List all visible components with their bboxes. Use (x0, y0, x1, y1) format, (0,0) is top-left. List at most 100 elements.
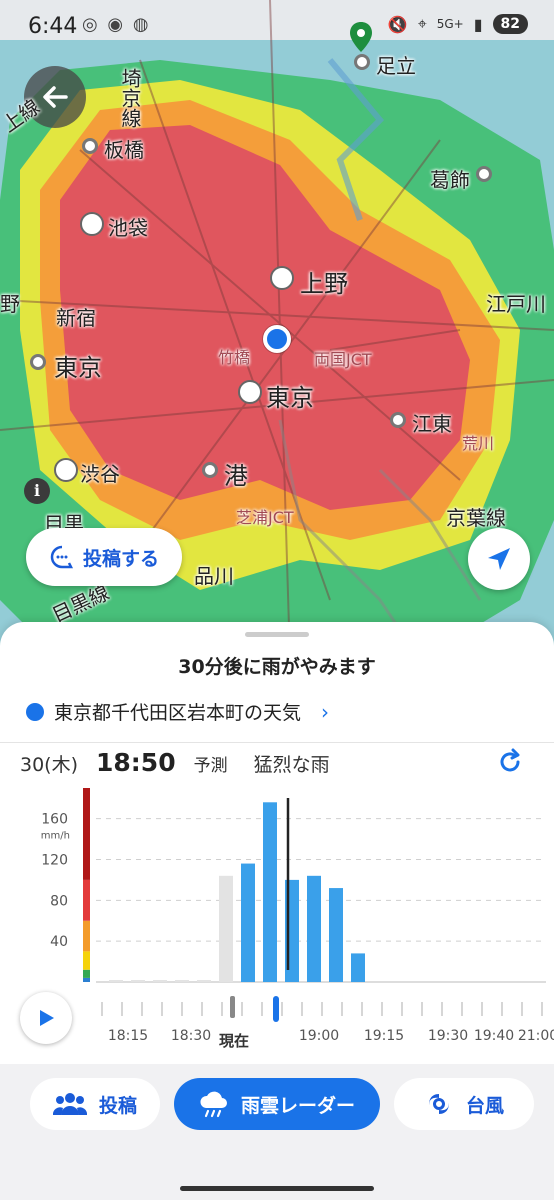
map-label-saikyo-line: 埼京線 (118, 68, 142, 128)
map-label-edge: 野 (0, 292, 20, 316)
bar (263, 802, 277, 982)
intensity-scale-segment (83, 969, 90, 978)
place-dot-icon (476, 166, 492, 182)
bar (175, 980, 189, 982)
map-pin-icon[interactable] (350, 22, 372, 52)
y-unit-label: mm/h (41, 831, 70, 842)
rain-headline: 30分後に雨がやみます (178, 656, 376, 678)
drag-handle[interactable] (245, 632, 309, 637)
map-label-itabashi: 板橋 (104, 138, 144, 162)
map-label-katsushika: 葛飾 (430, 168, 470, 192)
y-tick-label: 120 (41, 852, 68, 868)
place-dot-icon (354, 54, 370, 70)
bar (329, 888, 343, 982)
timeline-label: 19:00 (299, 1028, 339, 1044)
location-label: 東京都千代田区岩本町の天気 (54, 702, 302, 724)
intensity-scale-segment (83, 879, 90, 921)
now-label: 現在 (219, 1032, 249, 1050)
time-row: 30(木) 18:50 予測 猛烈な雨 (20, 748, 330, 777)
time-slider[interactable]: 18:15 18:30 19:00 19:15 19:30 19:40 21:00 現在 (0, 990, 554, 1060)
map-label-tokyo-station: 東京 (266, 384, 314, 412)
current-location-dot (263, 325, 291, 353)
battery-badge: 82 (492, 14, 528, 34)
map-label-adachi: 足立 (376, 54, 416, 78)
location-dot-icon (26, 702, 44, 721)
navigation-arrow-icon (488, 548, 510, 570)
map-label-minato: 港 (224, 462, 248, 490)
map-label-ryogoku-jct: 両国JCT (314, 350, 372, 369)
map-label-shinagawa: 品川 (194, 564, 234, 588)
bar (153, 980, 167, 982)
tab-typhoon[interactable]: 台風 (394, 1078, 534, 1130)
signal-icon: ▮ (473, 14, 483, 34)
post-bubble-icon (50, 545, 74, 569)
bar (307, 875, 321, 982)
rain-cloud-icon (200, 1091, 227, 1118)
forecast-label: 予測 (193, 756, 228, 776)
bar (351, 953, 365, 982)
train-station-icon (270, 266, 294, 290)
info-icon[interactable]: i (24, 478, 50, 504)
my-location-button[interactable] (468, 528, 530, 590)
tab-rain-radar[interactable]: 雨雲レーダー (174, 1078, 380, 1130)
people-icon (52, 1093, 87, 1115)
bottom-navigation: 投稿 雨雲レーダー 台風 (0, 1064, 554, 1200)
intensity-scale-segment (83, 977, 90, 982)
status-bar: 6:44 ◎ ◉ ◍ 🔇 ⌖ 5G+ ▮ 82 (0, 0, 554, 56)
train-station-icon (238, 380, 262, 404)
intensity-scale-segment (83, 788, 90, 880)
map-label-tokyo-ward: 東京 (54, 354, 102, 382)
rain-intensity-label: 猛烈な雨 (253, 754, 330, 776)
status-time: 6:44 (28, 14, 78, 39)
place-dot-icon (390, 412, 406, 428)
tab-typhoon-label: 台風 (465, 1094, 504, 1117)
map-label-shinjuku: 新宿 (56, 306, 96, 330)
post-button[interactable]: 投稿する (26, 528, 182, 586)
bar (109, 980, 123, 982)
post-button-label: 投稿する (82, 547, 159, 570)
timeline-label: 19:30 (428, 1028, 468, 1044)
time-label: 18:50 (96, 748, 176, 777)
map-label-ueno: 上野 (300, 270, 348, 298)
refresh-icon[interactable] (496, 748, 524, 776)
map-label-keiyo-line: 京葉線 (446, 506, 506, 530)
now-marker (230, 996, 235, 1018)
mute-icon: 🔇 (387, 14, 408, 34)
map-label-shibuya: 渋谷 (80, 462, 120, 486)
notification-icons: ◎ ◉ ◍ (82, 14, 151, 35)
tab-post-label: 投稿 (98, 1094, 137, 1117)
intensity-scale-segment (83, 951, 90, 970)
tab-rain-radar-label: 雨雲レーダー (240, 1094, 355, 1117)
train-station-icon (54, 458, 78, 482)
y-tick-label: 80 (50, 893, 68, 909)
precipitation-chart: 40 80 120 160 mm/h (41, 788, 546, 983)
timeline-label: 19:40 (474, 1028, 514, 1044)
timeline-label: 18:30 (171, 1028, 211, 1044)
home-indicator (180, 1186, 374, 1191)
map-label-shibaura-jct: 芝浦JCT (236, 508, 294, 527)
date-label: 30(木) (20, 754, 79, 776)
radar-map[interactable]: 6:44 ◎ ◉ ◍ 🔇 ⌖ 5G+ ▮ 82 足立 埼京線 上線 板橋 葛飾 … (0, 0, 554, 660)
rain-radar-screen: 6:44 ◎ ◉ ◍ 🔇 ⌖ 5G+ ▮ 82 足立 埼京線 上線 板橋 葛飾 … (0, 0, 554, 1200)
weather-sheet: 30分後に雨がやみます 東京都千代田区岩本町の天気 › 30(木) 18:50 … (0, 622, 554, 1072)
timeline-label: 18:15 (108, 1028, 148, 1044)
map-label-ikebukuro: 池袋 (108, 216, 148, 240)
place-dot-icon (82, 138, 98, 154)
chevron-right-icon: › (321, 699, 330, 724)
train-station-icon (80, 212, 104, 236)
timeline-label: 19:15 (364, 1028, 404, 1044)
current-marker (273, 996, 279, 1022)
network-label: 5G+ (436, 17, 464, 31)
divider (0, 742, 554, 743)
typhoon-icon (429, 1094, 449, 1114)
map-label-arakawa: 荒川 (462, 434, 495, 453)
map-label-edogawa: 江戸川 (486, 292, 546, 316)
intensity-scale-segment (83, 920, 90, 952)
bar (241, 863, 255, 982)
bar (131, 980, 145, 982)
location-row[interactable]: 東京都千代田区岩本町の天気 › (26, 698, 329, 725)
y-tick-label: 40 (50, 934, 68, 950)
map-label-koto: 江東 (412, 412, 452, 436)
timeline-label: 21:00 (518, 1028, 554, 1044)
tab-post[interactable]: 投稿 (30, 1078, 160, 1130)
